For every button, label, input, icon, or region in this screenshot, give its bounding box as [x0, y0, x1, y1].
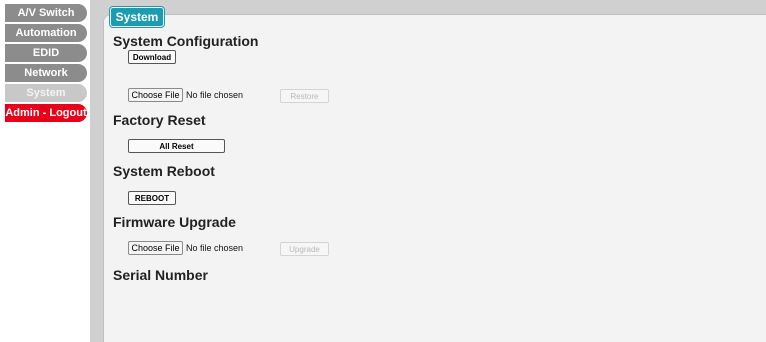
all-reset-button[interactable]: All Reset — [128, 139, 225, 153]
config-choose-file-button[interactable]: Choose File — [128, 88, 183, 102]
sidebar-item-edid[interactable]: EDID — [5, 44, 87, 62]
choose-file-label: Choose File — [131, 90, 180, 100]
reboot-button-label: REBOOT — [134, 193, 170, 203]
serial-number-heading: Serial Number — [113, 267, 208, 283]
sidebar-item-admin-logout[interactable]: Admin - Logout — [5, 104, 87, 122]
reboot-button[interactable]: REBOOT — [128, 191, 176, 205]
restore-button[interactable]: Restore — [280, 89, 329, 103]
sidebar-item-av-switch[interactable]: A/V Switch — [5, 4, 87, 22]
system-reboot-heading: System Reboot — [113, 163, 215, 179]
firmware-upgrade-heading: Firmware Upgrade — [113, 214, 236, 230]
upgrade-button-label: Upgrade — [289, 244, 320, 254]
sidebar: A/V Switch Automation EDID Network Syste… — [0, 0, 90, 342]
page-title-tab: System — [110, 7, 164, 27]
sidebar-item-network[interactable]: Network — [5, 64, 87, 82]
sidebar-item-label: A/V Switch — [17, 7, 75, 19]
factory-reset-heading: Factory Reset — [113, 112, 206, 128]
system-configuration-heading: System Configuration — [113, 33, 259, 49]
download-button-label: Download — [132, 52, 172, 62]
all-reset-button-label: All Reset — [159, 141, 194, 151]
sidebar-item-label: EDID — [32, 47, 60, 59]
sidebar-item-system[interactable]: System — [5, 84, 87, 102]
sidebar-item-label: Network — [24, 67, 68, 79]
firmware-file-status: No file chosen — [186, 243, 244, 253]
firmware-choose-file-button[interactable]: Choose File — [128, 241, 183, 255]
config-file-status: No file chosen — [186, 90, 244, 100]
page-title: System — [115, 10, 159, 24]
sidebar-item-label: System — [26, 87, 66, 99]
sidebar-item-label: Admin - Logout — [5, 107, 87, 119]
choose-file-label: Choose File — [131, 243, 180, 253]
sidebar-item-label: Automation — [15, 27, 77, 39]
upgrade-button[interactable]: Upgrade — [280, 242, 329, 256]
restore-button-label: Restore — [290, 91, 319, 101]
download-button[interactable]: Download — [128, 50, 176, 64]
sidebar-item-automation[interactable]: Automation — [5, 24, 87, 42]
